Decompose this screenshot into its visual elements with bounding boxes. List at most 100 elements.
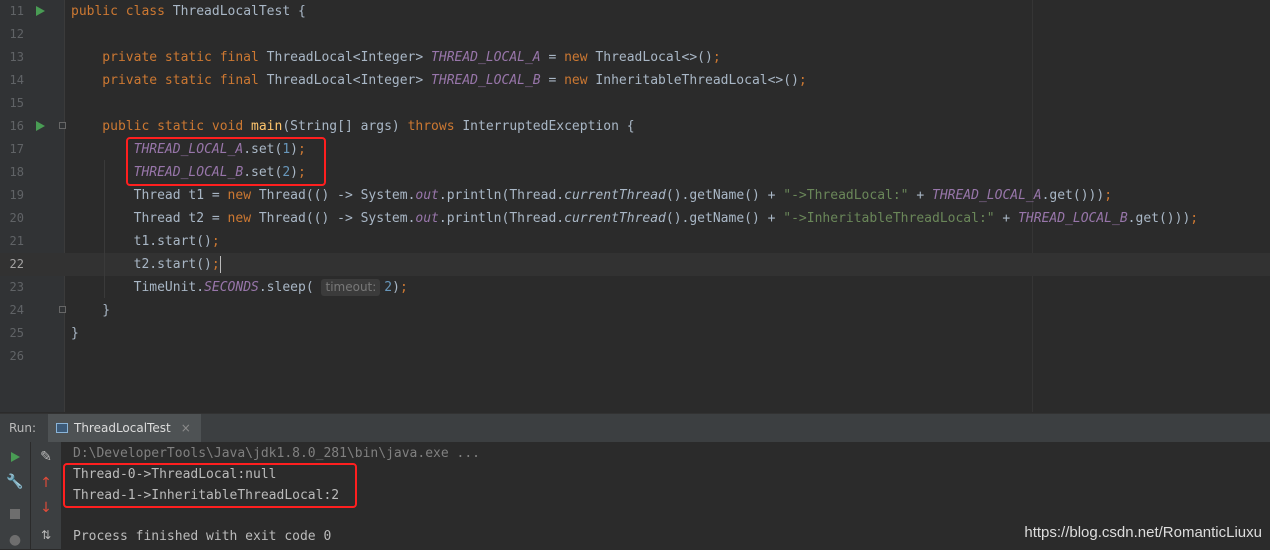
code-token: (String[] args) bbox=[282, 119, 408, 134]
code-token: ; bbox=[798, 73, 807, 88]
arrow-down-icon[interactable]: ↓ bbox=[36, 498, 56, 518]
code-text: public class ThreadLocalTest { bbox=[71, 0, 306, 23]
line-number: 22 bbox=[9, 257, 24, 271]
line-number: 20 bbox=[9, 211, 24, 225]
code-token: new bbox=[227, 188, 259, 203]
code-token: Thread t2 = bbox=[71, 211, 228, 226]
code-line[interactable]: 13 private static final ThreadLocal<Inte… bbox=[0, 46, 1270, 69]
tab-title: ThreadLocalTest bbox=[74, 421, 171, 435]
line-number: 13 bbox=[9, 50, 24, 64]
code-token: "->ThreadLocal:" bbox=[783, 188, 909, 203]
code-editor[interactable]: 11 public class ThreadLocalTest { 12 13 pri… bbox=[0, 0, 1270, 412]
code-token: TimeUnit. bbox=[71, 280, 205, 295]
watermark-text: https://blog.csdn.net/RomanticLiuxu bbox=[1024, 524, 1262, 541]
code-line[interactable]: 12 bbox=[0, 23, 1270, 46]
code-token: ; bbox=[712, 50, 721, 65]
code-token: ) bbox=[392, 280, 400, 295]
line-number: 25 bbox=[9, 326, 24, 340]
code-line[interactable]: 16 public static void main(String[] args… bbox=[0, 115, 1270, 138]
camera-icon[interactable]: ● bbox=[5, 530, 25, 550]
code-text: private static final ThreadLocal<Integer… bbox=[71, 46, 721, 69]
code-token: SECONDS bbox=[204, 280, 259, 295]
run-gutter-icon[interactable] bbox=[36, 6, 45, 16]
code-token: ().getName() + bbox=[665, 211, 784, 226]
code-line[interactable]: 19 Thread t1 = new Thread(() -> System.o… bbox=[0, 184, 1270, 207]
code-token: THREAD_LOCAL_A bbox=[932, 188, 1042, 203]
code-token: ThreadLocal<Integer> bbox=[266, 73, 432, 88]
code-line[interactable]: 14 private static final ThreadLocal<Inte… bbox=[0, 69, 1270, 92]
code-line[interactable]: 25} bbox=[0, 322, 1270, 345]
console-command-line: D:\DeveloperTools\Java\jdk1.8.0_281\bin\… bbox=[73, 446, 480, 461]
sort-icon[interactable]: ⇅ bbox=[36, 525, 56, 545]
code-token: new bbox=[564, 50, 596, 65]
code-token: .println(Thread. bbox=[438, 211, 565, 226]
line-number: 24 bbox=[9, 303, 24, 317]
code-token: ().getName() + bbox=[665, 188, 784, 203]
code-token: t2.start() bbox=[71, 257, 212, 272]
close-icon[interactable]: × bbox=[181, 421, 191, 435]
code-line[interactable]: 22 t2.start(); bbox=[0, 253, 1270, 276]
code-line[interactable]: 21 t1.start(); bbox=[0, 230, 1270, 253]
code-token: main bbox=[251, 119, 283, 134]
code-token: ; bbox=[211, 234, 220, 249]
code-line[interactable]: 20 Thread t2 = new Thread(() -> System.o… bbox=[0, 207, 1270, 230]
code-token: THREAD_LOCAL_B bbox=[1018, 211, 1128, 226]
code-line[interactable]: 15 bbox=[0, 92, 1270, 115]
code-line[interactable]: 24 } bbox=[0, 299, 1270, 322]
edit-pencil-icon[interactable]: ✎ bbox=[36, 447, 56, 467]
console-toolbar-left: 🔧 ● bbox=[0, 442, 30, 549]
tab-threadlocaltest[interactable]: ThreadLocalTest × bbox=[48, 414, 201, 442]
rerun-icon[interactable] bbox=[5, 447, 25, 467]
run-toolwindow-header: Run: ThreadLocalTest × bbox=[0, 413, 1270, 443]
fold-marker-icon[interactable] bbox=[59, 306, 66, 313]
code-token: currentThread bbox=[564, 211, 666, 226]
run-gutter-icon[interactable] bbox=[36, 121, 45, 131]
code-token: private static final bbox=[71, 50, 267, 65]
run-label: Run: bbox=[9, 421, 37, 435]
code-text: Thread t2 = new Thread(() -> System.out.… bbox=[71, 207, 1199, 230]
code-line[interactable]: 11 public class ThreadLocalTest { bbox=[0, 0, 1270, 23]
code-token: } bbox=[71, 303, 111, 318]
code-token: = bbox=[540, 73, 565, 88]
code-token: "->InheritableThreadLocal:" bbox=[783, 211, 995, 226]
code-token: Thread(() -> System. bbox=[258, 211, 416, 226]
code-token: ThreadLocal<Integer> bbox=[266, 50, 432, 65]
line-number: 16 bbox=[9, 119, 24, 133]
line-number: 23 bbox=[9, 280, 24, 294]
code-token: public class bbox=[71, 4, 173, 19]
code-line[interactable]: 26 bbox=[0, 345, 1270, 368]
stop-icon[interactable] bbox=[5, 504, 25, 524]
code-line[interactable]: 23 TimeUnit.SECONDS.sleep( timeout: 2); bbox=[0, 276, 1270, 299]
code-token: t1.start() bbox=[71, 234, 212, 249]
code-token: throws bbox=[407, 119, 463, 134]
wrench-icon[interactable]: 🔧 bbox=[5, 472, 25, 492]
code-token: ThreadLocal<>() bbox=[595, 50, 713, 65]
code-token: out bbox=[415, 188, 439, 203]
code-token: THREAD_LOCAL_B bbox=[431, 73, 541, 88]
code-text: public static void main(String[] args) t… bbox=[71, 115, 635, 138]
arrow-up-icon[interactable]: ↑ bbox=[36, 473, 56, 493]
code-text: t1.start(); bbox=[71, 230, 220, 253]
code-text: } bbox=[71, 322, 79, 345]
fold-marker-icon[interactable] bbox=[59, 122, 66, 129]
code-text: TimeUnit.SECONDS.sleep( timeout: 2); bbox=[71, 276, 408, 299]
code-text: private static final ThreadLocal<Integer… bbox=[71, 69, 807, 92]
code-token: } bbox=[71, 326, 79, 341]
code-token: InterruptedException { bbox=[462, 119, 635, 134]
text-caret bbox=[219, 256, 221, 273]
line-number: 14 bbox=[9, 73, 24, 87]
console-exit-message: Process finished with exit code 0 bbox=[73, 529, 332, 544]
code-token: ; bbox=[211, 257, 220, 272]
code-token: ; bbox=[1104, 188, 1113, 203]
line-number: 18 bbox=[9, 165, 24, 179]
line-number: 11 bbox=[9, 4, 24, 18]
line-number: 12 bbox=[9, 27, 24, 41]
code-token: Thread(() -> System. bbox=[258, 188, 416, 203]
code-token: private static final bbox=[71, 73, 267, 88]
code-text: Thread t1 = new Thread(() -> System.out.… bbox=[71, 184, 1112, 207]
indent-guide bbox=[104, 160, 105, 298]
code-token: = bbox=[540, 50, 565, 65]
code-token: currentThread bbox=[564, 188, 666, 203]
